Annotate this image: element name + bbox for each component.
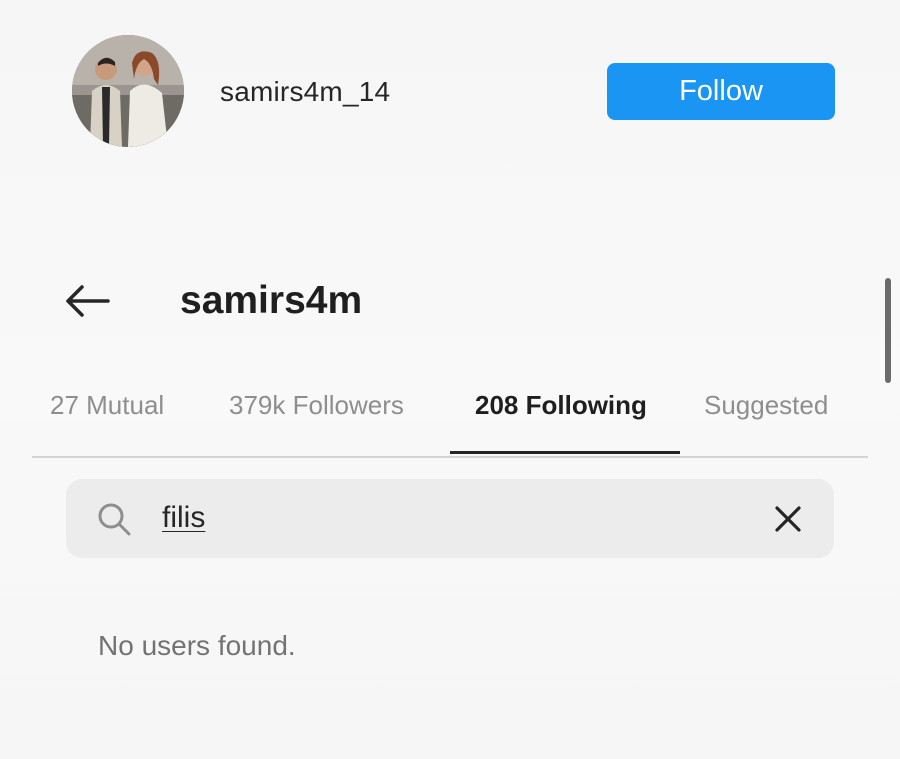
tab-followers[interactable]: 379k Followers	[229, 390, 404, 421]
scrollbar[interactable]	[885, 278, 891, 383]
tab-suggested[interactable]: Suggested	[704, 390, 828, 421]
suggested-username[interactable]: samirs4m_14	[220, 76, 390, 108]
following-list-screen: samirs4m_14 Follow samirs4m 27 Mutual 37…	[0, 0, 900, 759]
page-title: samirs4m	[180, 279, 363, 322]
suggested-account-row: samirs4m_14 Follow	[0, 0, 900, 180]
profile-header: samirs4m	[0, 265, 900, 345]
empty-state-message: No users found.	[98, 630, 296, 661]
tab-mutual[interactable]: 27 Mutual	[50, 390, 164, 421]
back-button[interactable]	[60, 277, 120, 325]
active-tab-indicator	[450, 451, 680, 454]
search-input[interactable]: filis	[162, 501, 205, 535]
avatar[interactable]	[72, 35, 184, 147]
follow-button[interactable]: Follow	[607, 63, 835, 120]
tab-bar: 27 Mutual 379k Followers 208 Following S…	[32, 380, 868, 458]
arrow-left-icon	[66, 285, 110, 317]
tab-following[interactable]: 208 Following	[475, 390, 647, 421]
search-bar[interactable]: filis	[66, 479, 834, 558]
close-icon[interactable]	[772, 503, 804, 535]
search-icon	[98, 503, 131, 536]
avatar-photo	[72, 35, 184, 147]
